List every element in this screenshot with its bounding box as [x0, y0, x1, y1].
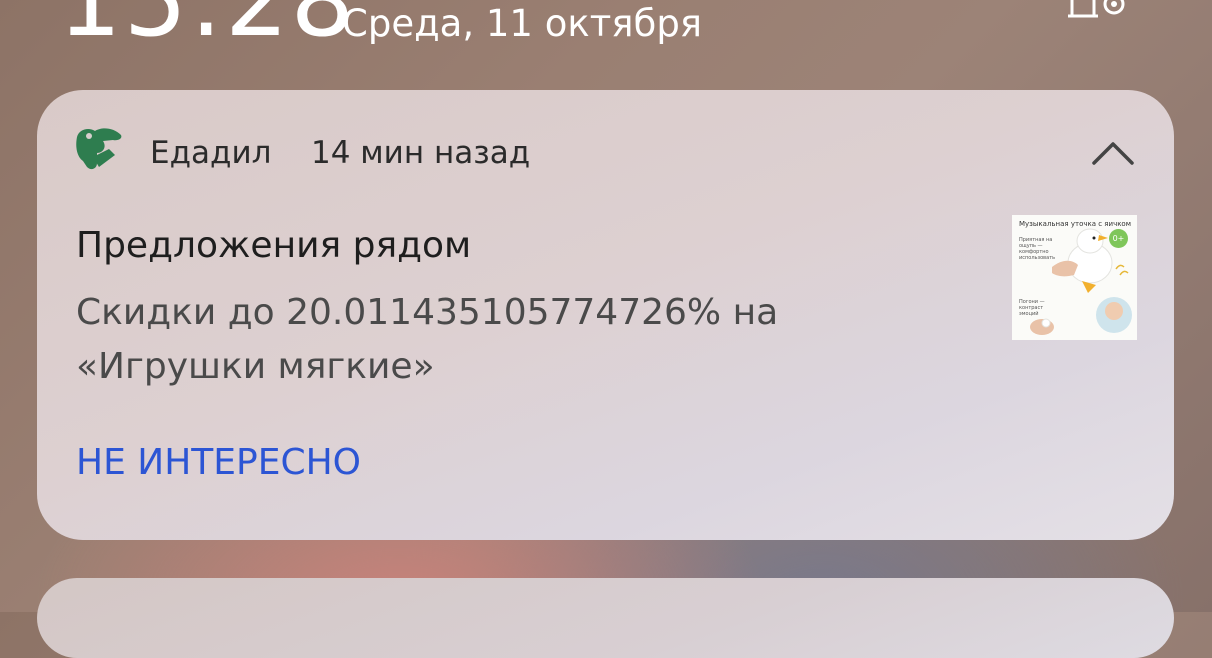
notification-card[interactable]: Едадил 14 мин назад Предложения рядом Ск…	[37, 90, 1174, 540]
status-date: Среда, 11 октября	[342, 2, 703, 45]
next-notification-card[interactable]	[37, 578, 1174, 658]
status-time: 15:28	[58, 0, 357, 59]
crocodile-icon	[76, 128, 122, 170]
app-name: Едадил	[150, 135, 272, 171]
notification-thumbnail: Музыкальная уточка с яичком Приятная на …	[1012, 215, 1137, 340]
collapse-button[interactable]	[1091, 140, 1135, 166]
bell-gear-icon	[1068, 0, 1125, 18]
not-interested-button[interactable]: НЕ ИНТЕРЕСНО	[76, 442, 361, 483]
app-icon	[73, 127, 125, 173]
notification-settings-button[interactable]	[1062, 0, 1132, 24]
notification-body: Скидки до 20.011435105774726% на «Игрушк…	[76, 292, 779, 387]
notification-title: Предложения рядом	[76, 225, 472, 266]
duck-toy-illustration	[1030, 228, 1132, 335]
chevron-up-icon	[1092, 142, 1134, 165]
time-ago: 14 мин назад	[311, 135, 531, 171]
